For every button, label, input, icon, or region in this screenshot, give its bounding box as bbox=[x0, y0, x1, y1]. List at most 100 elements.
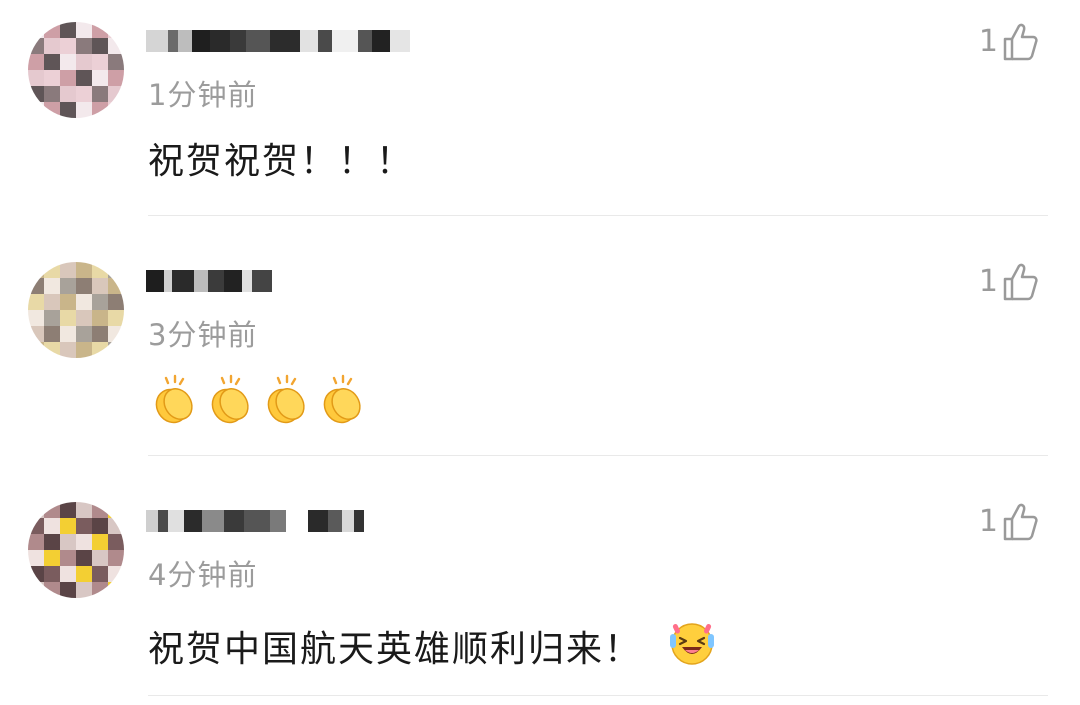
avatar-pixel bbox=[76, 518, 92, 534]
avatar-pixel bbox=[28, 566, 44, 582]
avatar-pixel bbox=[60, 278, 76, 294]
avatar-pixel bbox=[60, 38, 76, 54]
avatar-pixel bbox=[76, 326, 92, 342]
avatar-pixel bbox=[60, 54, 76, 70]
clapping-hands-icon bbox=[260, 374, 312, 430]
avatar-pixel bbox=[28, 54, 44, 70]
avatar-pixel bbox=[108, 86, 124, 102]
comment-item: 4分钟前 1 祝贺中国航天英雄顺利归来！ bbox=[0, 480, 1080, 705]
avatar-pixel bbox=[44, 54, 60, 70]
avatar-pixel bbox=[60, 326, 76, 342]
reaction-row bbox=[148, 374, 368, 430]
avatar-pixel bbox=[92, 518, 108, 534]
avatar-pixel bbox=[28, 582, 44, 598]
avatar-pixel bbox=[60, 86, 76, 102]
avatar-pixel bbox=[76, 310, 92, 326]
avatar-pixel bbox=[108, 278, 124, 294]
avatar-pixel bbox=[76, 502, 92, 518]
avatar-pixel bbox=[108, 518, 124, 534]
avatar-pixel bbox=[108, 326, 124, 342]
avatar-pixel bbox=[28, 534, 44, 550]
comment-text-row: 祝贺中国航天英雄顺利归来！ bbox=[148, 620, 716, 679]
avatar-pixel bbox=[44, 326, 60, 342]
avatar-pixel bbox=[60, 102, 76, 118]
avatar-pixel bbox=[108, 294, 124, 310]
avatar-pixel bbox=[76, 342, 92, 358]
avatar-pixel bbox=[28, 342, 44, 358]
like-button[interactable]: 1 bbox=[979, 502, 1038, 542]
avatar-pixel bbox=[92, 22, 108, 38]
comment-time: 4分钟前 bbox=[148, 558, 258, 592]
avatar[interactable] bbox=[28, 502, 124, 598]
avatar-pixel bbox=[28, 518, 44, 534]
avatar-pixel bbox=[44, 566, 60, 582]
avatar-pixel bbox=[76, 262, 92, 278]
avatar-pixel bbox=[44, 342, 60, 358]
avatar-pixel bbox=[60, 502, 76, 518]
avatar-pixel bbox=[60, 70, 76, 86]
avatar-pixel bbox=[28, 86, 44, 102]
avatar-pixel bbox=[44, 262, 60, 278]
avatar-pixel bbox=[44, 86, 60, 102]
avatar-pixel bbox=[44, 518, 60, 534]
laughing-face-icon bbox=[668, 620, 716, 679]
avatar-pixel bbox=[108, 54, 124, 70]
avatar-pixel bbox=[60, 518, 76, 534]
avatar[interactable] bbox=[28, 22, 124, 118]
avatar[interactable] bbox=[28, 262, 124, 358]
avatar-pixel bbox=[92, 102, 108, 118]
avatar-pixel bbox=[60, 294, 76, 310]
avatar-pixel bbox=[108, 534, 124, 550]
avatar-pixel bbox=[44, 550, 60, 566]
avatar-pixel bbox=[92, 70, 108, 86]
avatar-pixel bbox=[60, 566, 76, 582]
avatar-pixel bbox=[92, 342, 108, 358]
comment-text: 祝贺中国航天英雄顺利归来！ bbox=[148, 628, 643, 670]
avatar-pixel bbox=[76, 550, 92, 566]
comment-item: 3分钟前 1 bbox=[0, 240, 1080, 480]
comment-time: 3分钟前 bbox=[148, 318, 258, 352]
divider bbox=[148, 215, 1048, 216]
clapping-hands-icon bbox=[148, 374, 200, 430]
username-blurred[interactable] bbox=[146, 28, 410, 54]
avatar-pixel bbox=[28, 102, 44, 118]
avatar-pixel bbox=[92, 502, 108, 518]
like-button[interactable]: 1 bbox=[979, 22, 1038, 62]
avatar-pixel bbox=[76, 38, 92, 54]
like-count: 1 bbox=[978, 24, 998, 59]
avatar-pixel bbox=[76, 534, 92, 550]
avatar-pixel bbox=[28, 294, 44, 310]
comment-time: 1分钟前 bbox=[148, 78, 258, 112]
avatar-pixel bbox=[60, 262, 76, 278]
avatar-pixel bbox=[108, 342, 124, 358]
avatar-pixel bbox=[92, 54, 108, 70]
avatar-pixel bbox=[28, 38, 44, 54]
like-count: 1 bbox=[978, 504, 998, 539]
avatar-pixel bbox=[76, 294, 92, 310]
avatar-pixel bbox=[76, 70, 92, 86]
username-blurred[interactable] bbox=[146, 268, 272, 294]
avatar-pixel bbox=[92, 582, 108, 598]
like-button[interactable]: 1 bbox=[979, 262, 1038, 302]
avatar-pixel bbox=[92, 38, 108, 54]
avatar-pixel bbox=[92, 310, 108, 326]
avatar-pixel bbox=[44, 102, 60, 118]
thumbs-up-icon bbox=[1002, 22, 1038, 62]
avatar-pixel bbox=[60, 582, 76, 598]
avatar-pixel bbox=[28, 22, 44, 38]
avatar-pixel bbox=[108, 262, 124, 278]
avatar-pixel bbox=[76, 54, 92, 70]
avatar-pixel bbox=[44, 22, 60, 38]
avatar-pixel bbox=[60, 310, 76, 326]
like-count: 1 bbox=[978, 264, 998, 299]
avatar-pixel bbox=[76, 86, 92, 102]
username-blurred[interactable] bbox=[146, 508, 364, 534]
avatar-pixel bbox=[108, 102, 124, 118]
avatar-pixel bbox=[108, 70, 124, 86]
comment-text: 祝贺祝贺！！！ bbox=[148, 141, 415, 182]
avatar-pixel bbox=[108, 566, 124, 582]
avatar-pixel bbox=[28, 278, 44, 294]
avatar-pixel bbox=[108, 310, 124, 326]
thumbs-up-icon bbox=[1002, 502, 1038, 542]
avatar-pixel bbox=[28, 502, 44, 518]
